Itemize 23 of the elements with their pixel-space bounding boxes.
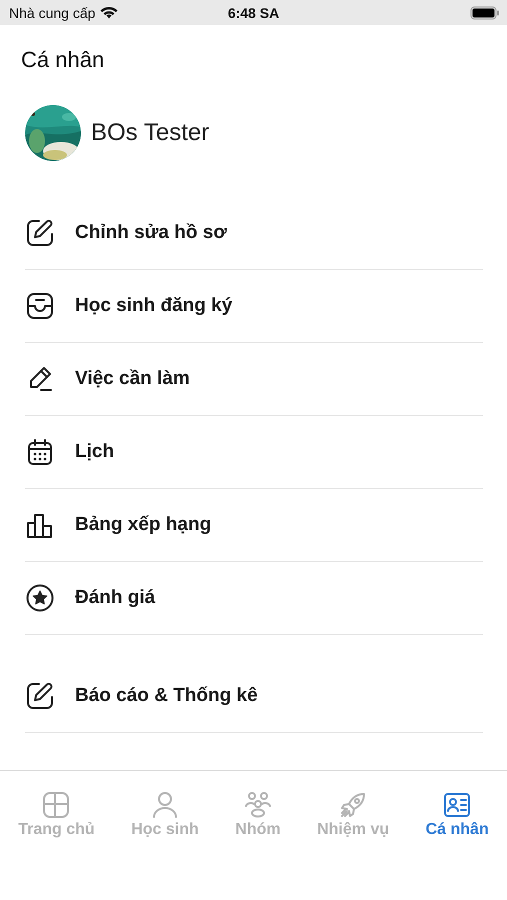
person-icon [150, 791, 179, 819]
edit-icon [25, 218, 55, 248]
menu-item[interactable]: Đánh giá [25, 562, 483, 635]
id-card-icon [443, 791, 472, 819]
wifi-icon [100, 6, 118, 19]
menu-item[interactable]: Chỉnh sửa hồ sơ [25, 197, 483, 270]
tab[interactable]: Cá nhân [426, 791, 489, 839]
page-title: Cá nhân [21, 47, 104, 73]
edit-icon [25, 681, 55, 711]
calendar-icon [25, 437, 55, 467]
menu-item[interactable]: Lịch [25, 416, 483, 489]
grid-icon [42, 791, 70, 819]
menu-item[interactable]: Học sinh đăng ký [25, 270, 483, 343]
battery-icon [470, 6, 500, 20]
carrier-name: Nhà cung cấp [9, 4, 96, 20]
profile-name: BOs Tester [91, 118, 210, 146]
rocket-icon [339, 791, 368, 819]
status-time: 6:48 SA [228, 4, 280, 20]
menu-item[interactable]: Bảng xếp hạng [25, 489, 483, 562]
menu-item[interactable]: Việc cần làm [25, 343, 483, 416]
menu-item[interactable]: Báo cáo & Thống kê [25, 660, 483, 733]
group-icon [244, 791, 272, 819]
tray-icon [25, 291, 55, 321]
